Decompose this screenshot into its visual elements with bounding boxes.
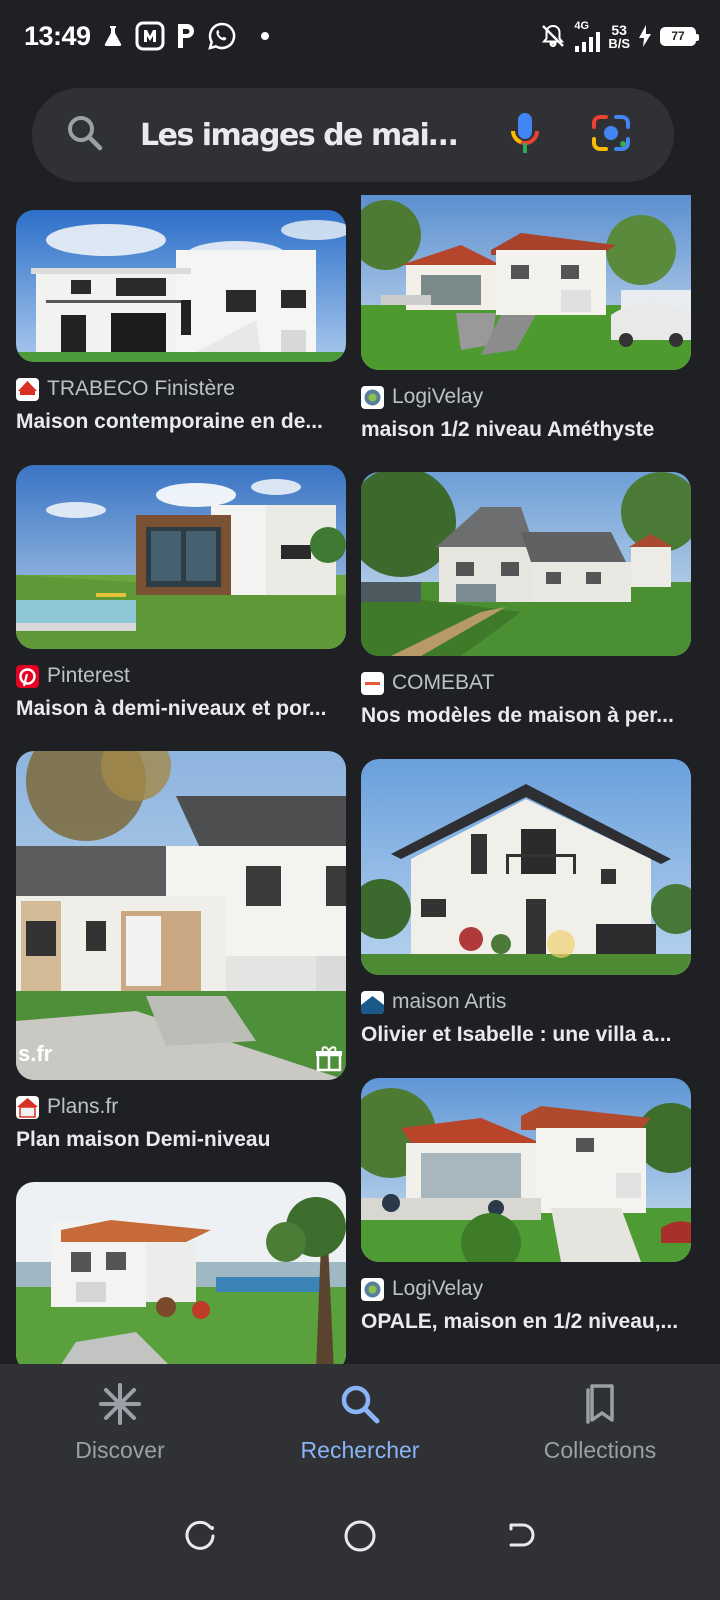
result-image[interactable] xyxy=(361,195,691,370)
source-name: COMEBAT xyxy=(392,671,495,694)
net-speed-value: 53 xyxy=(611,21,627,38)
net-speed-unit: B/S xyxy=(608,35,630,51)
nav-item-rechercher[interactable]: Rechercher xyxy=(240,1364,480,1476)
recent-apps-icon[interactable] xyxy=(183,1519,217,1558)
charging-bolt-icon xyxy=(638,24,652,48)
result-card[interactable]: LogiVelay OPALE, maison en 1/2 niveau,..… xyxy=(361,1078,691,1334)
maison-artis-favicon-icon xyxy=(361,990,384,1014)
result-source[interactable]: maison Artis xyxy=(361,989,691,1015)
result-title[interactable]: Plan maison Demi-niveau xyxy=(16,1128,346,1152)
app-badge-icon xyxy=(135,21,165,51)
nav-item-collections[interactable]: Collections xyxy=(480,1364,720,1476)
status-left-icons xyxy=(101,21,269,51)
source-name: Plans.fr xyxy=(47,1095,119,1118)
nav-label-discover: Discover xyxy=(75,1437,165,1463)
comebat-favicon-icon xyxy=(361,671,384,695)
gift-icon[interactable] xyxy=(314,1043,344,1073)
result-card[interactable]: COMEBAT Nos modèles de maison à per... xyxy=(361,472,691,728)
net-speed: 53 B/S xyxy=(608,23,630,50)
result-source[interactable]: LogiVelay xyxy=(361,384,691,410)
search-query[interactable]: Les images de maison a... xyxy=(140,118,470,153)
mute-bell-icon xyxy=(540,23,566,49)
search-bar[interactable]: Les images de maison a... xyxy=(32,88,674,182)
source-name: LogiVelay xyxy=(392,385,484,408)
nav-label-collections: Collections xyxy=(543,1437,657,1463)
asterisk-icon xyxy=(98,1382,142,1431)
result-source[interactable]: Pinterest xyxy=(16,663,346,689)
nav-label-rechercher: Rechercher xyxy=(300,1437,420,1463)
battery-level: 77 xyxy=(671,29,685,43)
search-icon[interactable] xyxy=(66,114,104,157)
result-title[interactable]: maison 1/2 niveau Améthyste xyxy=(361,418,691,442)
back-icon[interactable] xyxy=(503,1519,537,1558)
source-name: Pinterest xyxy=(47,664,130,687)
result-image[interactable] xyxy=(361,472,691,656)
result-title[interactable]: OPALE, maison en 1/2 niveau,... xyxy=(361,1310,691,1334)
status-time: 13:49 xyxy=(24,20,91,51)
lab-flask-icon xyxy=(101,24,125,48)
nav-item-discover[interactable]: Discover xyxy=(0,1364,240,1476)
logivelay-favicon-icon xyxy=(361,385,384,409)
status-bar: 13:49 4G 53 B/S 77 xyxy=(0,0,720,72)
result-card[interactable] xyxy=(16,1182,346,1364)
result-image[interactable] xyxy=(361,1078,691,1262)
result-image[interactable] xyxy=(16,1182,346,1364)
collections-icon xyxy=(578,1382,622,1431)
source-name: LogiVelay xyxy=(392,1277,484,1300)
result-source[interactable]: COMEBAT xyxy=(361,670,691,696)
search-icon xyxy=(338,1382,382,1431)
result-source[interactable]: Plans.fr xyxy=(16,1094,346,1120)
result-card[interactable]: maison Artis Olivier et Isabelle : une v… xyxy=(361,759,691,1047)
result-card[interactable]: s.fr Plans.fr Plan maison Demi-niveau xyxy=(16,751,346,1152)
logivelay-favicon-icon xyxy=(361,1277,384,1301)
result-source[interactable]: TRABECO Finistère xyxy=(16,376,346,402)
result-image[interactable] xyxy=(16,210,346,362)
notification-dot xyxy=(260,32,269,40)
pinterest-favicon-icon xyxy=(16,664,39,688)
result-title[interactable]: Olivier et Isabelle : une villa a... xyxy=(361,1023,691,1047)
result-card[interactable]: TRABECO Finistère Maison contemporaine e… xyxy=(16,210,346,434)
whatsapp-icon xyxy=(207,21,237,51)
result-title[interactable]: Maison à demi-niveaux et por... xyxy=(16,697,346,721)
watermark-text: s.fr xyxy=(18,1041,53,1066)
source-name: TRABECO Finistère xyxy=(47,377,235,400)
status-right-icons: 4G 53 B/S 77 xyxy=(540,19,699,52)
battery-icon: 77 xyxy=(660,26,699,46)
result-image[interactable] xyxy=(361,759,691,975)
result-image[interactable]: s.fr xyxy=(16,751,346,1080)
result-source[interactable]: LogiVelay xyxy=(361,1276,691,1302)
result-image[interactable] xyxy=(16,465,346,649)
result-card[interactable]: LogiVelay maison 1/2 niveau Améthyste xyxy=(361,195,691,442)
results-area: TRABECO Finistère Maison contemporaine e… xyxy=(0,195,720,1364)
home-icon[interactable] xyxy=(342,1518,378,1559)
signal-icon: 4G xyxy=(574,19,601,52)
trabeco-favicon-icon xyxy=(16,377,39,401)
parking-p-icon xyxy=(175,22,197,50)
system-navigation-bar xyxy=(0,1476,720,1600)
google-lens-icon[interactable] xyxy=(590,113,632,158)
mic-icon[interactable] xyxy=(510,111,540,160)
source-name: maison Artis xyxy=(392,990,507,1013)
result-title[interactable]: Maison contemporaine en de... xyxy=(16,410,346,434)
result-card[interactable]: Pinterest Maison à demi-niveaux et por..… xyxy=(16,465,346,721)
network-type: 4G xyxy=(574,19,590,32)
bottom-navigation: Discover Rechercher Collections xyxy=(0,1364,720,1476)
result-title[interactable]: Nos modèles de maison à per... xyxy=(361,704,691,728)
plans-favicon-icon xyxy=(16,1095,39,1119)
